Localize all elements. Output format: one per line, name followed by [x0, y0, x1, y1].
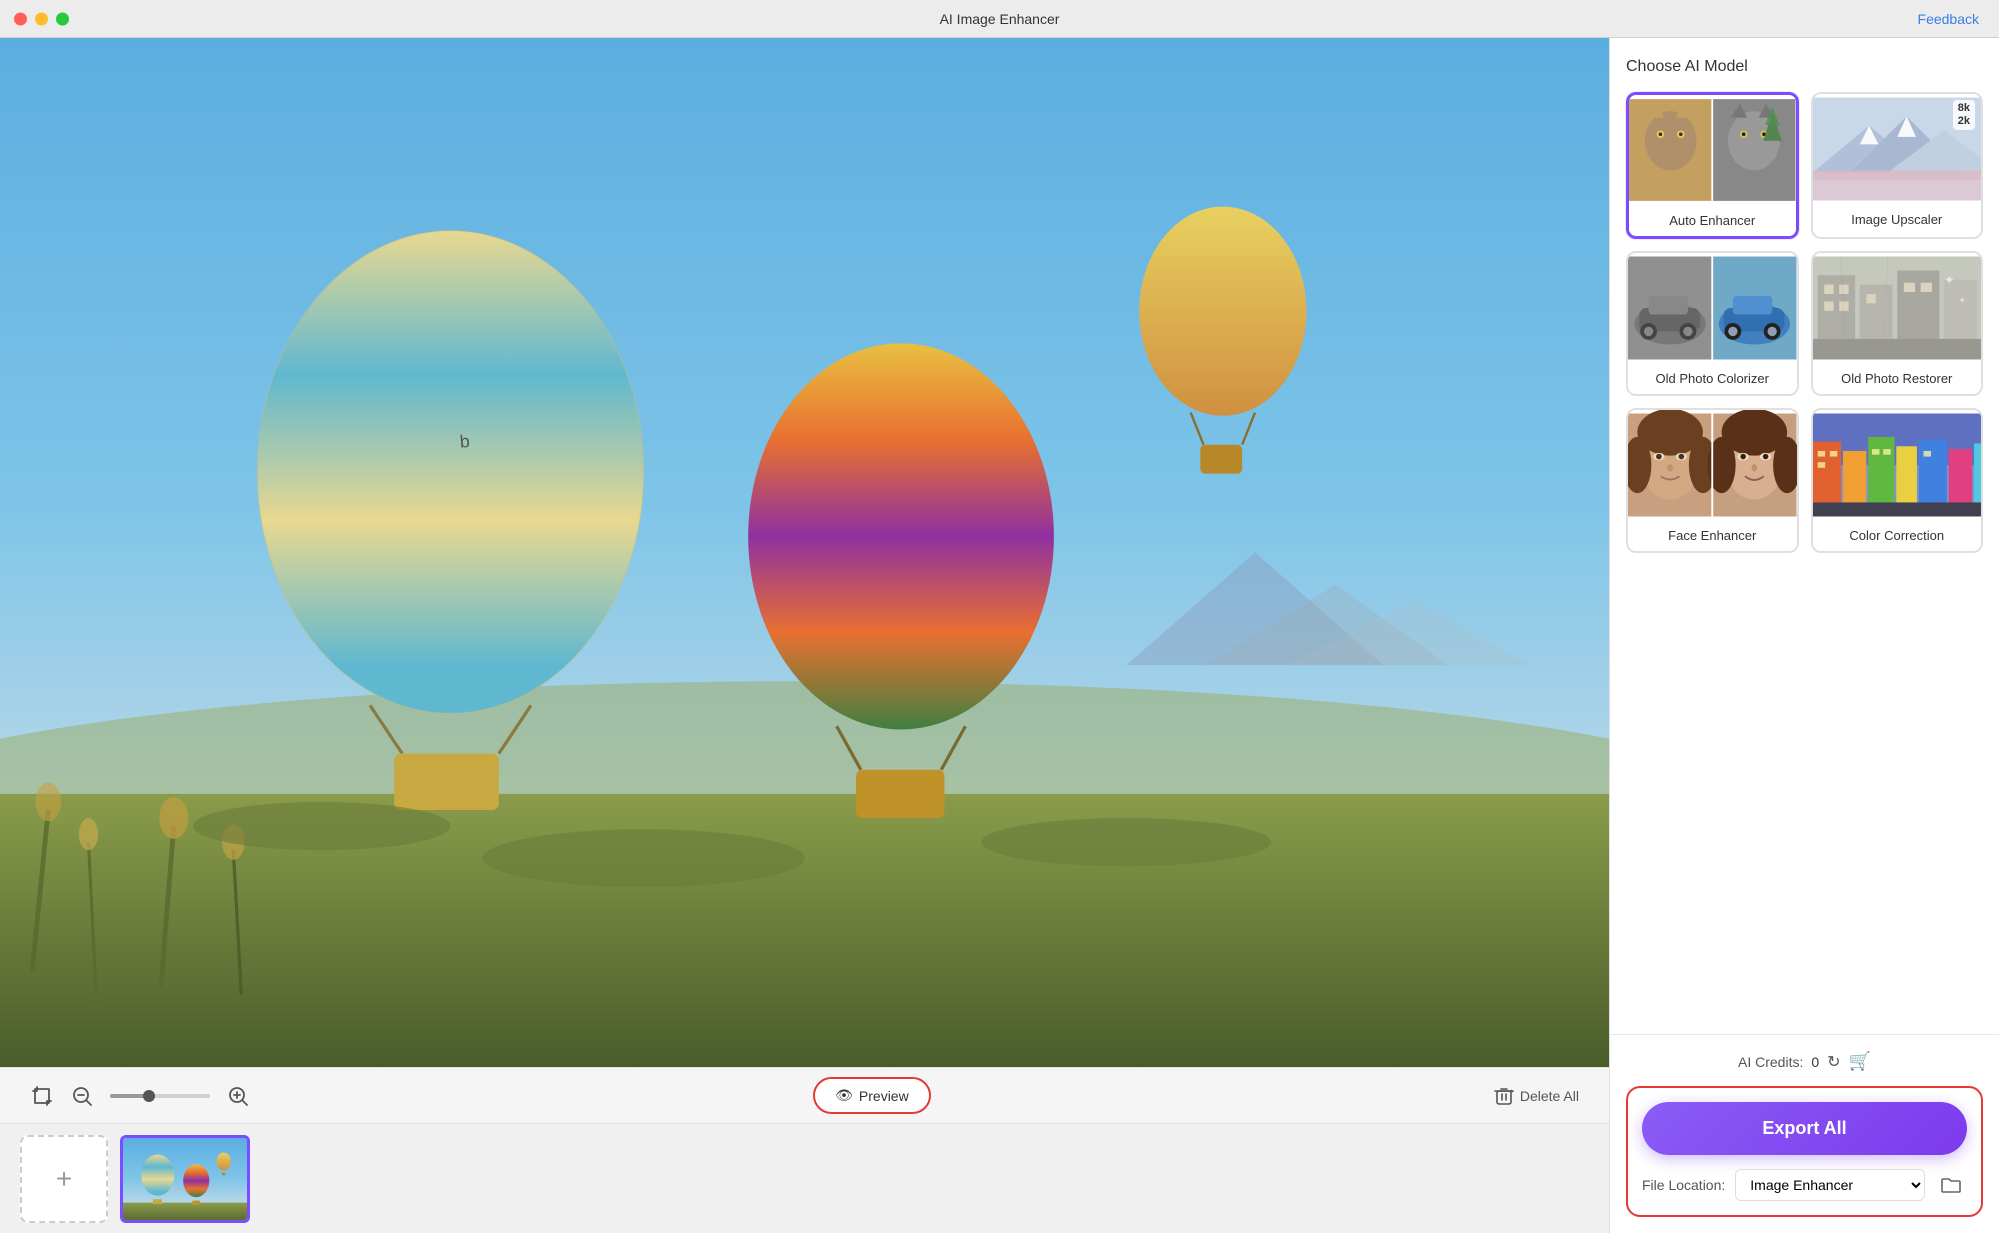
ai-model-section: Choose AI Model: [1610, 38, 1999, 1034]
model-card-image-face-enhancer: [1628, 410, 1797, 520]
preview-label: Preview: [859, 1088, 909, 1104]
right-panel: Choose AI Model: [1609, 38, 1999, 1233]
trash-icon: [1494, 1086, 1514, 1106]
thumbnail-item[interactable]: [120, 1135, 250, 1223]
delete-all-button[interactable]: Delete All: [1494, 1086, 1579, 1106]
eye-icon: 👁: [835, 1087, 853, 1104]
main-layout: b: [0, 38, 1999, 1233]
svg-text:✦: ✦: [1944, 273, 1955, 288]
model-grid: Auto Enhancer: [1626, 92, 1983, 553]
delete-all-label: Delete All: [1520, 1088, 1579, 1104]
folder-icon[interactable]: [1935, 1169, 1967, 1201]
image-viewport: b: [0, 38, 1609, 1067]
minimize-button[interactable]: [35, 12, 48, 25]
file-location-label: File Location:: [1642, 1177, 1725, 1193]
bottom-toolbar: 👁 Preview Delete All: [0, 1067, 1609, 1123]
model-card-image-auto-enhancer: [1629, 95, 1796, 205]
thumbnail-strip: +: [0, 1123, 1609, 1233]
model-card-image-image-upscaler: 8k2k: [1813, 94, 1982, 204]
maximize-button[interactable]: [56, 12, 69, 25]
titlebar: AI Image Enhancer Feedback: [0, 0, 1999, 38]
model-card-image-old-photo-restorer: ✦ ✦: [1813, 253, 1982, 363]
main-image: b: [0, 38, 1609, 1067]
toolbar-left: [30, 1084, 250, 1108]
preview-button[interactable]: 👁 Preview: [813, 1077, 931, 1114]
feedback-link[interactable]: Feedback: [1918, 11, 1979, 27]
left-panel: b: [0, 38, 1609, 1233]
section-title: Choose AI Model: [1626, 58, 1983, 76]
model-card-label-image-upscaler: Image Upscaler: [1813, 204, 1982, 235]
crop-icon[interactable]: [30, 1084, 54, 1108]
add-image-button[interactable]: +: [20, 1135, 108, 1223]
model-card-label-auto-enhancer: Auto Enhancer: [1629, 205, 1796, 236]
file-location-select[interactable]: Image EnhancerDesktopDocumentsDownloads: [1735, 1169, 1925, 1201]
add-icon: +: [56, 1163, 72, 1195]
zoom-slider-container[interactable]: [110, 1094, 210, 1098]
model-card-old-photo-colorizer[interactable]: Old Photo Colorizer: [1626, 251, 1799, 396]
color-correction-preview: [1813, 410, 1982, 520]
thumbnail-image: [123, 1138, 250, 1223]
old-photo-colorizer-preview: [1628, 253, 1797, 363]
zoom-slider[interactable]: [110, 1094, 210, 1098]
model-card-color-correction[interactable]: Color Correction: [1811, 408, 1984, 553]
refresh-icon[interactable]: ↻: [1827, 1052, 1840, 1072]
model-card-image-upscaler[interactable]: 8k2k Image Upscaler: [1811, 92, 1984, 239]
app-title: AI Image Enhancer: [940, 11, 1060, 27]
credits-count: 0: [1811, 1054, 1819, 1070]
model-card-image-old-photo-colorizer: [1628, 253, 1797, 363]
zoom-in-icon[interactable]: [226, 1084, 250, 1108]
model-card-old-photo-restorer[interactable]: ✦ ✦ Old Photo Restorer: [1811, 251, 1984, 396]
old-photo-restorer-preview: ✦ ✦: [1813, 253, 1982, 363]
export-all-button[interactable]: Export All: [1642, 1102, 1967, 1155]
ai-credits-label: AI Credits:: [1738, 1054, 1803, 1070]
model-card-face-enhancer[interactable]: Face Enhancer: [1626, 408, 1799, 553]
file-location-row: File Location: Image EnhancerDesktopDocu…: [1642, 1169, 1967, 1201]
svg-text:b: b: [459, 431, 471, 452]
zoom-out-icon[interactable]: [70, 1084, 94, 1108]
auto-enhancer-preview: [1629, 95, 1796, 205]
close-button[interactable]: [14, 12, 27, 25]
model-card-label-face-enhancer: Face Enhancer: [1628, 520, 1797, 551]
model-card-label-old-photo-restorer: Old Photo Restorer: [1813, 363, 1982, 394]
ai-credits-row: AI Credits: 0 ↻ 🛒: [1626, 1051, 1983, 1072]
model-card-label-color-correction: Color Correction: [1813, 520, 1982, 551]
face-enhancer-preview: [1628, 410, 1797, 520]
export-wrapper: Export All File Location: Image Enhancer…: [1626, 1086, 1983, 1217]
model-card-auto-enhancer[interactable]: Auto Enhancer: [1626, 92, 1799, 239]
cart-icon[interactable]: 🛒: [1849, 1051, 1871, 1072]
model-card-label-old-photo-colorizer: Old Photo Colorizer: [1628, 363, 1797, 394]
export-section: AI Credits: 0 ↻ 🛒 Export All File Locati…: [1610, 1034, 1999, 1233]
upscaler-badge: 8k2k: [1953, 100, 1975, 130]
traffic-lights: [14, 12, 69, 25]
svg-text:✦: ✦: [1958, 295, 1966, 305]
model-card-image-color-correction: [1813, 410, 1982, 520]
